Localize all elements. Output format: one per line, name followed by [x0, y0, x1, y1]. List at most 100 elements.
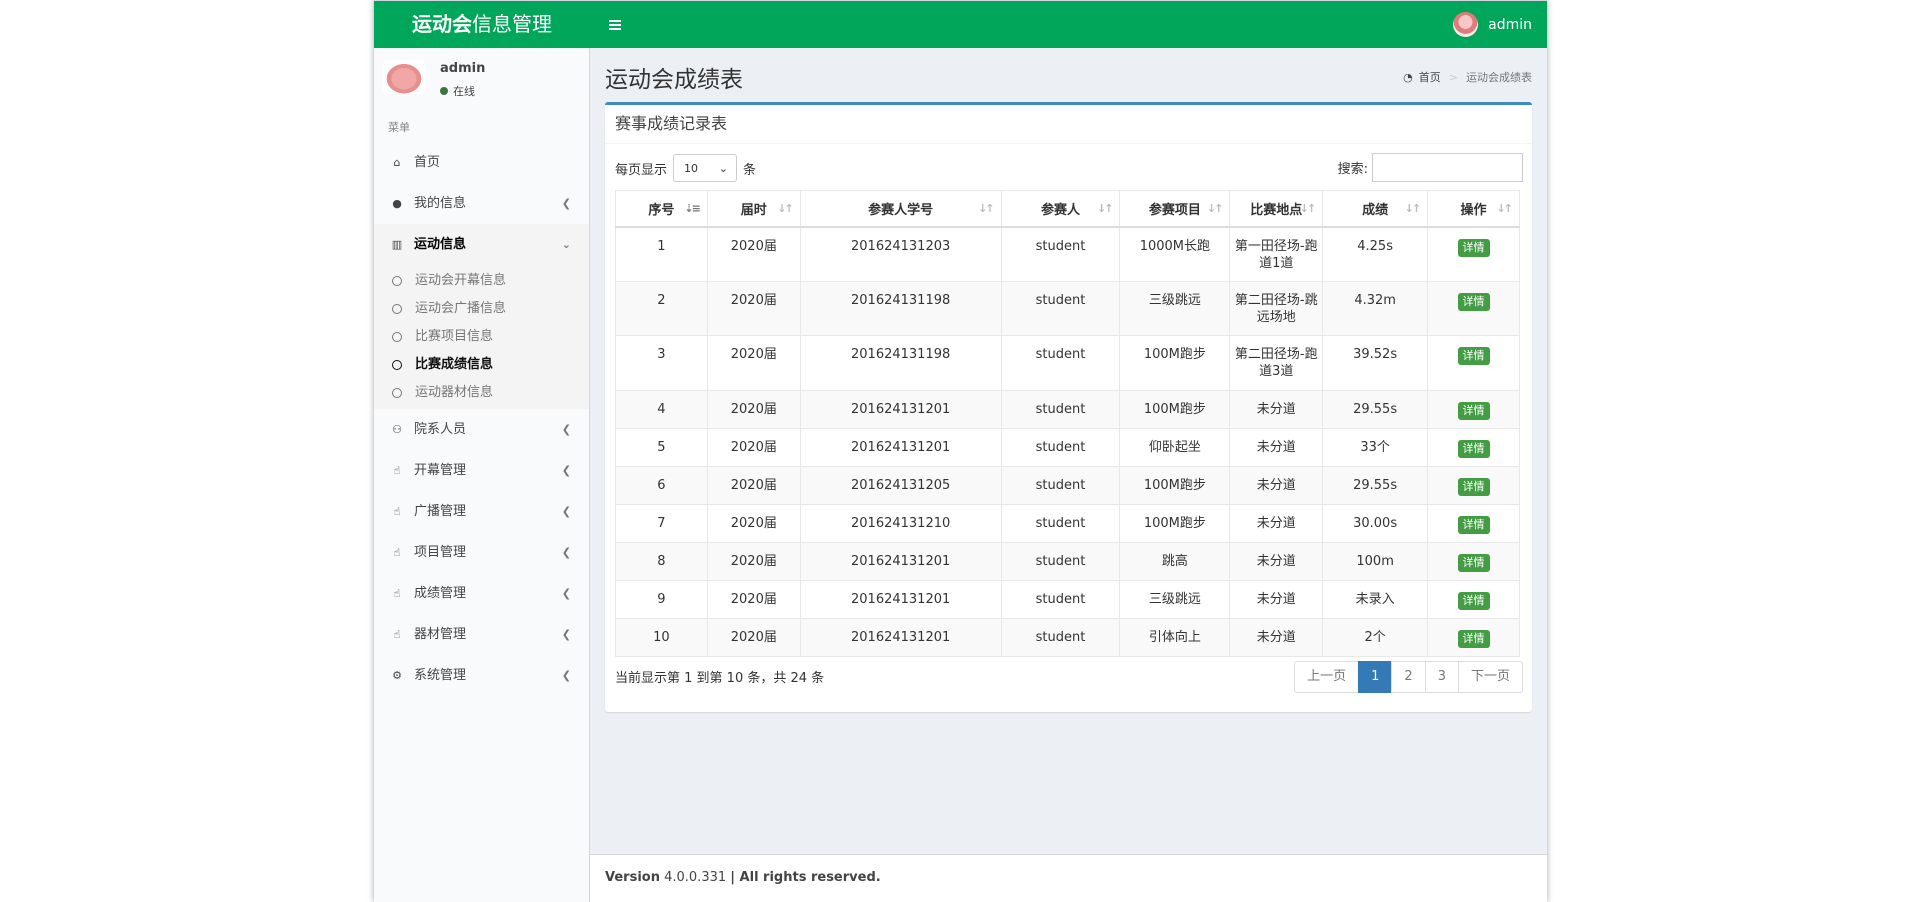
sidebar-subitem-results[interactable]: 比赛成绩信息: [374, 351, 589, 379]
column-header[interactable]: 成绩 ↓↑: [1322, 190, 1429, 228]
sort-icon: ↓↑: [1097, 202, 1114, 215]
pagination-prev[interactable]: 上一页: [1294, 661, 1360, 693]
sidebar-item-label: 成绩管理: [414, 586, 467, 601]
sidebar-item-label: 我的信息: [414, 196, 467, 211]
results-table: 序号 ⇣≡ 届时 ↓↑ 参赛人学号 ↓↑ 参赛人 ↓↑ 参赛项目 ↓↑ 比赛地点 ↓↑ 成绩…: [615, 190, 1520, 657]
table-cell-action: 详情: [1427, 335, 1520, 391]
pagination-next[interactable]: 下一页: [1457, 661, 1523, 693]
detail-button[interactable]: 详情: [1457, 516, 1490, 534]
sidebar-subitem-label: 运动会广播信息: [415, 301, 507, 316]
table-cell: 三级跳远: [1119, 281, 1231, 336]
detail-button[interactable]: 详情: [1457, 478, 1490, 496]
detail-button[interactable]: 详情: [1457, 347, 1490, 365]
sidebar-subitem-broadcast[interactable]: 运动会广播信息: [374, 295, 589, 323]
table-cell: 1000M长跑: [1119, 226, 1231, 282]
search-label: 搜索:: [1337, 162, 1368, 177]
table-cell: 4.32m: [1322, 281, 1429, 336]
column-header[interactable]: 比赛地点 ↓↑: [1229, 190, 1324, 228]
sidebar-subitem-label: 运动会开幕信息: [415, 273, 507, 288]
thumbs-up-icon: ☝: [393, 464, 401, 477]
breadcrumb: ◔ 首页 > 运动会成绩表: [1403, 69, 1532, 85]
sidebar-item-staff[interactable]: ⚇ 院系人员 ❮: [374, 409, 589, 450]
thumbs-up-icon: ☝: [393, 587, 401, 600]
sidebar-item-my-info[interactable]: ● 我的信息 ❮: [374, 183, 589, 224]
sidebar-item-home[interactable]: ⌂ 首页: [374, 142, 589, 183]
table-cell-action: 详情: [1427, 542, 1520, 581]
dashboard-icon: ◔: [1403, 70, 1413, 84]
logo-bold: 运动会: [412, 12, 472, 36]
detail-button[interactable]: 详情: [1457, 238, 1490, 257]
users-icon: ⚇: [392, 423, 402, 436]
column-header[interactable]: 参赛人 ↓↑: [1000, 190, 1121, 228]
page-title: 运动会成绩表: [605, 67, 743, 93]
detail-button[interactable]: 详情: [1457, 592, 1490, 610]
sidebar-item-label: 开幕管理: [414, 463, 467, 478]
column-header[interactable]: 参赛项目 ↓↑: [1119, 190, 1231, 228]
table-cell: 201624131210: [799, 504, 1002, 543]
sidebar-subitem-opening[interactable]: 运动会开幕信息: [374, 267, 589, 295]
thumbs-up-icon: ☝: [393, 505, 401, 518]
column-header[interactable]: 操作 ↓↑: [1427, 190, 1520, 228]
page-length-prefix: 每页显示: [615, 162, 668, 178]
search-input[interactable]: [1372, 153, 1523, 182]
chevron-down-icon: ⌄: [718, 161, 729, 175]
table-info: 当前显示第 1 到第 10 条，共 24 条: [615, 671, 825, 686]
sidebar-item-system-mgmt[interactable]: ⚙ 系统管理 ❮: [374, 655, 589, 696]
bars-icon: [609, 19, 621, 30]
table-cell: 2020届: [706, 226, 801, 282]
table-cell: 跳高: [1119, 542, 1231, 581]
detail-button[interactable]: 详情: [1457, 630, 1490, 648]
detail-button[interactable]: 详情: [1457, 402, 1490, 420]
table-cell: 未分道: [1229, 390, 1324, 429]
sidebar-subitem-events[interactable]: 比赛项目信息: [374, 323, 589, 351]
chevron-left-icon: ❮: [561, 587, 571, 600]
column-header[interactable]: 参赛人学号 ↓↑: [799, 190, 1002, 228]
detail-button[interactable]: 详情: [1457, 554, 1490, 572]
table-cell: student: [1000, 504, 1121, 543]
table-cell: 未分道: [1229, 466, 1324, 505]
logo[interactable]: 运动会信息管理: [374, 1, 590, 48]
sidebar-item-score-mgmt[interactable]: ☝ 成绩管理 ❮: [374, 573, 589, 614]
sidebar-subitem-label: 比赛成绩信息: [415, 357, 494, 372]
table-cell: 未分道: [1229, 618, 1324, 657]
table-row: 8 2020届 201624131201 student 跳高 未分道 100m…: [615, 542, 1520, 581]
sort-icon: ↓↑: [1206, 202, 1224, 215]
circle-icon: [392, 304, 402, 314]
table-cell: 5: [615, 428, 708, 467]
table-cell: 2: [615, 281, 708, 336]
column-header[interactable]: 届时 ↓↑: [706, 190, 801, 228]
table-cell: 201624131198: [799, 335, 1002, 391]
user-menu[interactable]: admin: [1453, 1, 1532, 48]
chevron-left-icon: ❮: [561, 423, 571, 436]
sidebar-subitem-equipment[interactable]: 运动器材信息: [374, 379, 589, 407]
table-row: 6 2020届 201624131205 student 100M跑步 未分道 …: [615, 466, 1520, 505]
table-cell-action: 详情: [1427, 504, 1520, 543]
detail-button[interactable]: 详情: [1457, 440, 1490, 458]
page-length: 每页显示 10 ⌄ 条: [615, 154, 756, 182]
table-cell: student: [1000, 428, 1121, 467]
sidebar-item-sports-info[interactable]: ▥ 运动信息 ⌄: [374, 224, 589, 265]
table-cell: 2个: [1322, 618, 1429, 657]
table-cell-action: 详情: [1427, 580, 1520, 619]
table-cell: student: [1000, 542, 1121, 581]
pagination-page-2[interactable]: 2: [1391, 661, 1426, 693]
sidebar-item-project-mgmt[interactable]: ☝ 项目管理 ❮: [374, 532, 589, 573]
sidebar-toggle-button[interactable]: [590, 1, 640, 48]
sidebar-item-label: 院系人员: [414, 422, 467, 437]
pagination-page-3[interactable]: 3: [1424, 661, 1459, 693]
table-cell: 29.55s: [1322, 390, 1429, 429]
sidebar-item-equipment-mgmt[interactable]: ☝ 器材管理 ❮: [374, 614, 589, 655]
detail-button[interactable]: 详情: [1457, 293, 1490, 311]
table-cell: 201624131203: [799, 226, 1002, 282]
page-length-select[interactable]: 10 ⌄: [673, 154, 738, 182]
chevron-left-icon: ❮: [561, 628, 571, 641]
table-cell: 29.55s: [1322, 466, 1429, 505]
column-header[interactable]: 序号 ⇣≡: [615, 190, 708, 228]
breadcrumb-home[interactable]: 首页: [1419, 69, 1441, 85]
sidebar-item-broadcast-mgmt[interactable]: ☝ 广播管理 ❮: [374, 491, 589, 532]
table-row: 1 2020届 201624131203 student 1000M长跑 第一田…: [615, 226, 1520, 282]
pagination-page-1[interactable]: 1: [1358, 661, 1393, 693]
sort-icon: ↓↑: [1496, 202, 1514, 215]
sidebar-item-opening-mgmt[interactable]: ☝ 开幕管理 ❮: [374, 450, 589, 491]
user-panel: admin 在线: [374, 48, 589, 110]
